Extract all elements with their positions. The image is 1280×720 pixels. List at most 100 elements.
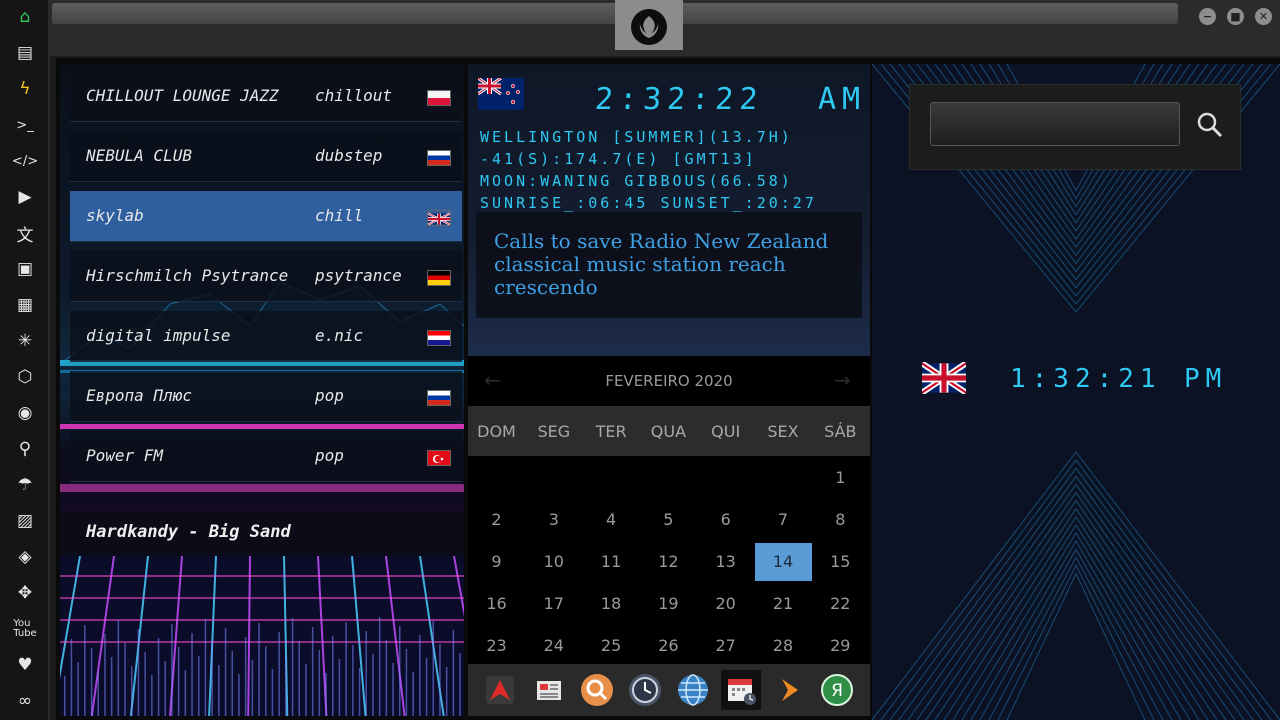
now-playing-title: Hardkandy - Big Sand <box>86 522 291 542</box>
coordinates-text: -41(S):174.7(E) [GMT13] <box>480 150 757 168</box>
remote-ampm: AM <box>818 82 867 117</box>
station-name: Hirschmilch Psytrance <box>86 266 289 285</box>
contact-icon[interactable]: ▨ <box>12 508 38 534</box>
russia-flag-icon <box>427 390 451 406</box>
youtube-icon[interactable]: You Tube <box>12 616 38 642</box>
station-genre: pop <box>315 386 344 405</box>
uk-flag-icon <box>427 210 451 226</box>
calendar-day[interactable]: 15 <box>812 543 869 581</box>
calendar-day[interactable]: 23 <box>468 627 525 665</box>
sidebar-divider <box>48 0 50 720</box>
new-zealand-flag-icon <box>478 78 524 110</box>
calendar-day[interactable]: 19 <box>640 585 697 623</box>
translate-icon[interactable]: 文 <box>12 220 38 246</box>
weekday-label: QUA <box>650 422 687 441</box>
news-headline[interactable]: Calls to save Radio New Zealand classica… <box>494 230 834 299</box>
svg-text:Я: Я <box>831 681 843 701</box>
station-row[interactable]: NEBULA CLUB dubstep <box>70 131 462 182</box>
hexagon-icon[interactable]: ⬡ <box>12 364 38 390</box>
shuffle-icon[interactable]: ✥ <box>12 580 38 606</box>
station-row[interactable]: Hirschmilch Psytrance psytrance <box>70 251 462 302</box>
croatia-flag-icon <box>427 330 451 346</box>
globe-icon[interactable]: ◉ <box>12 400 38 426</box>
search-app-icon[interactable] <box>577 670 617 710</box>
right-panel: 1:32:21 PM <box>872 64 1280 720</box>
station-row[interactable]: CHILLOUT LOUNGE JAZZ chillout <box>70 71 462 122</box>
rebel-emblem-icon <box>631 9 667 45</box>
bolt-icon[interactable]: ϟ <box>12 76 38 102</box>
asterisk-icon[interactable]: ✳ <box>12 328 38 354</box>
news-card[interactable]: Calls to save Radio New Zealand classica… <box>476 212 862 318</box>
calendar-day[interactable]: 22 <box>812 585 869 623</box>
maximize-button[interactable]: ■ <box>1227 8 1244 25</box>
poland-flag-icon <box>427 90 451 106</box>
search-icon[interactable]: ⚲ <box>12 436 38 462</box>
calendar-day[interactable]: 2 <box>468 501 525 539</box>
umbrella-icon[interactable]: ☂ <box>12 472 38 498</box>
station-genre: dubstep <box>315 146 383 165</box>
close-button[interactable]: ✕ <box>1255 8 1272 25</box>
local-time: 1:32:21 <box>1010 364 1162 394</box>
station-name: Power FM <box>86 446 164 465</box>
local-ampm: PM <box>1184 364 1228 394</box>
document-icon[interactable]: ▤ <box>12 40 38 66</box>
infinity-icon[interactable]: ∞ <box>12 688 38 714</box>
diamond-link-icon[interactable]: ◈ <box>12 544 38 570</box>
calendar-day[interactable]: 3 <box>525 501 582 539</box>
image-icon[interactable]: ▣ <box>12 256 38 282</box>
play-app-icon[interactable] <box>769 670 809 710</box>
calendar-day[interactable]: 26 <box>640 627 697 665</box>
app-sidebar: ⌂ ▤ ϟ >_ </> ▶ 文 ▣ ▦ ✳ ⬡ ◉ ⚲ ☂ ▨ ◈ ✥ You Tube ♥ ∞ <box>0 0 48 720</box>
play-icon[interactable]: ▶ <box>12 184 38 210</box>
newspaper-icon[interactable] <box>529 670 569 710</box>
calendar-day[interactable]: 11 <box>583 543 640 581</box>
minimize-button[interactable]: − <box>1199 8 1216 25</box>
calendar-day[interactable]: 21 <box>755 585 812 623</box>
news-icon[interactable]: ▦ <box>12 292 38 318</box>
station-genre: pop <box>315 446 344 465</box>
heart-icon[interactable]: ♥ <box>12 652 38 678</box>
calendar-day[interactable]: 20 <box>697 585 754 623</box>
calendar-next-icon[interactable]: → <box>834 368 851 392</box>
clock-app-icon[interactable] <box>625 670 665 710</box>
calendar-widget: ← FEVEREIRO 2020 → DOM SEG TER QUA QUI SEX SÁB… <box>468 356 870 664</box>
station-row[interactable]: Европа Плюс pop <box>70 371 462 422</box>
calendar-app-icon[interactable] <box>721 670 761 710</box>
calendar-day[interactable]: 6 <box>697 501 754 539</box>
search-input[interactable] <box>930 102 1180 146</box>
code-icon[interactable]: </> <box>12 148 38 174</box>
search-widget <box>909 84 1241 170</box>
calendar-day[interactable]: 4 <box>583 501 640 539</box>
calendar-day[interactable]: 27 <box>697 627 754 665</box>
calendar-day-today[interactable]: 14 <box>754 543 812 581</box>
calendar-day[interactable]: 7 <box>755 501 812 539</box>
weekday-label: SEX <box>767 422 799 441</box>
calendar-day[interactable]: 1 <box>812 459 869 497</box>
web-browser-icon[interactable] <box>673 670 713 710</box>
radio-panel: CHILLOUT LOUNGE JAZZ chillout NEBULA CLU… <box>60 64 464 716</box>
search-icon[interactable] <box>1192 107 1228 143</box>
calendar-day[interactable]: 12 <box>640 543 697 581</box>
home-icon[interactable]: ⌂ <box>12 4 38 30</box>
calendar-day[interactable]: 16 <box>468 585 525 623</box>
weekday-label: TER <box>595 422 627 441</box>
calendar-day[interactable]: 9 <box>468 543 525 581</box>
calendar-day[interactable]: 24 <box>525 627 582 665</box>
calendar-weekday-row: DOM SEG TER QUA QUI SEX SÁB <box>468 406 870 456</box>
calendar-day[interactable]: 13 <box>697 543 754 581</box>
calendar-day[interactable]: 8 <box>812 501 869 539</box>
calendar-day[interactable]: 28 <box>755 627 812 665</box>
weekday-label: SEG <box>537 422 571 441</box>
calendar-day[interactable]: 17 <box>525 585 582 623</box>
station-row[interactable]: Power FM pop <box>70 431 462 482</box>
calendar-day[interactable]: 5 <box>640 501 697 539</box>
terminal-icon[interactable]: >_ <box>12 112 38 138</box>
calendar-day[interactable]: 25 <box>583 627 640 665</box>
calendar-day[interactable]: 18 <box>583 585 640 623</box>
station-row-active[interactable]: skylab chill <box>70 191 462 242</box>
app-launcher-icon[interactable] <box>480 670 520 710</box>
yandex-icon[interactable]: Я <box>817 670 857 710</box>
station-row[interactable]: digital impulse e.nic <box>70 311 462 362</box>
calendar-day[interactable]: 29 <box>812 627 869 665</box>
calendar-day[interactable]: 10 <box>525 543 582 581</box>
